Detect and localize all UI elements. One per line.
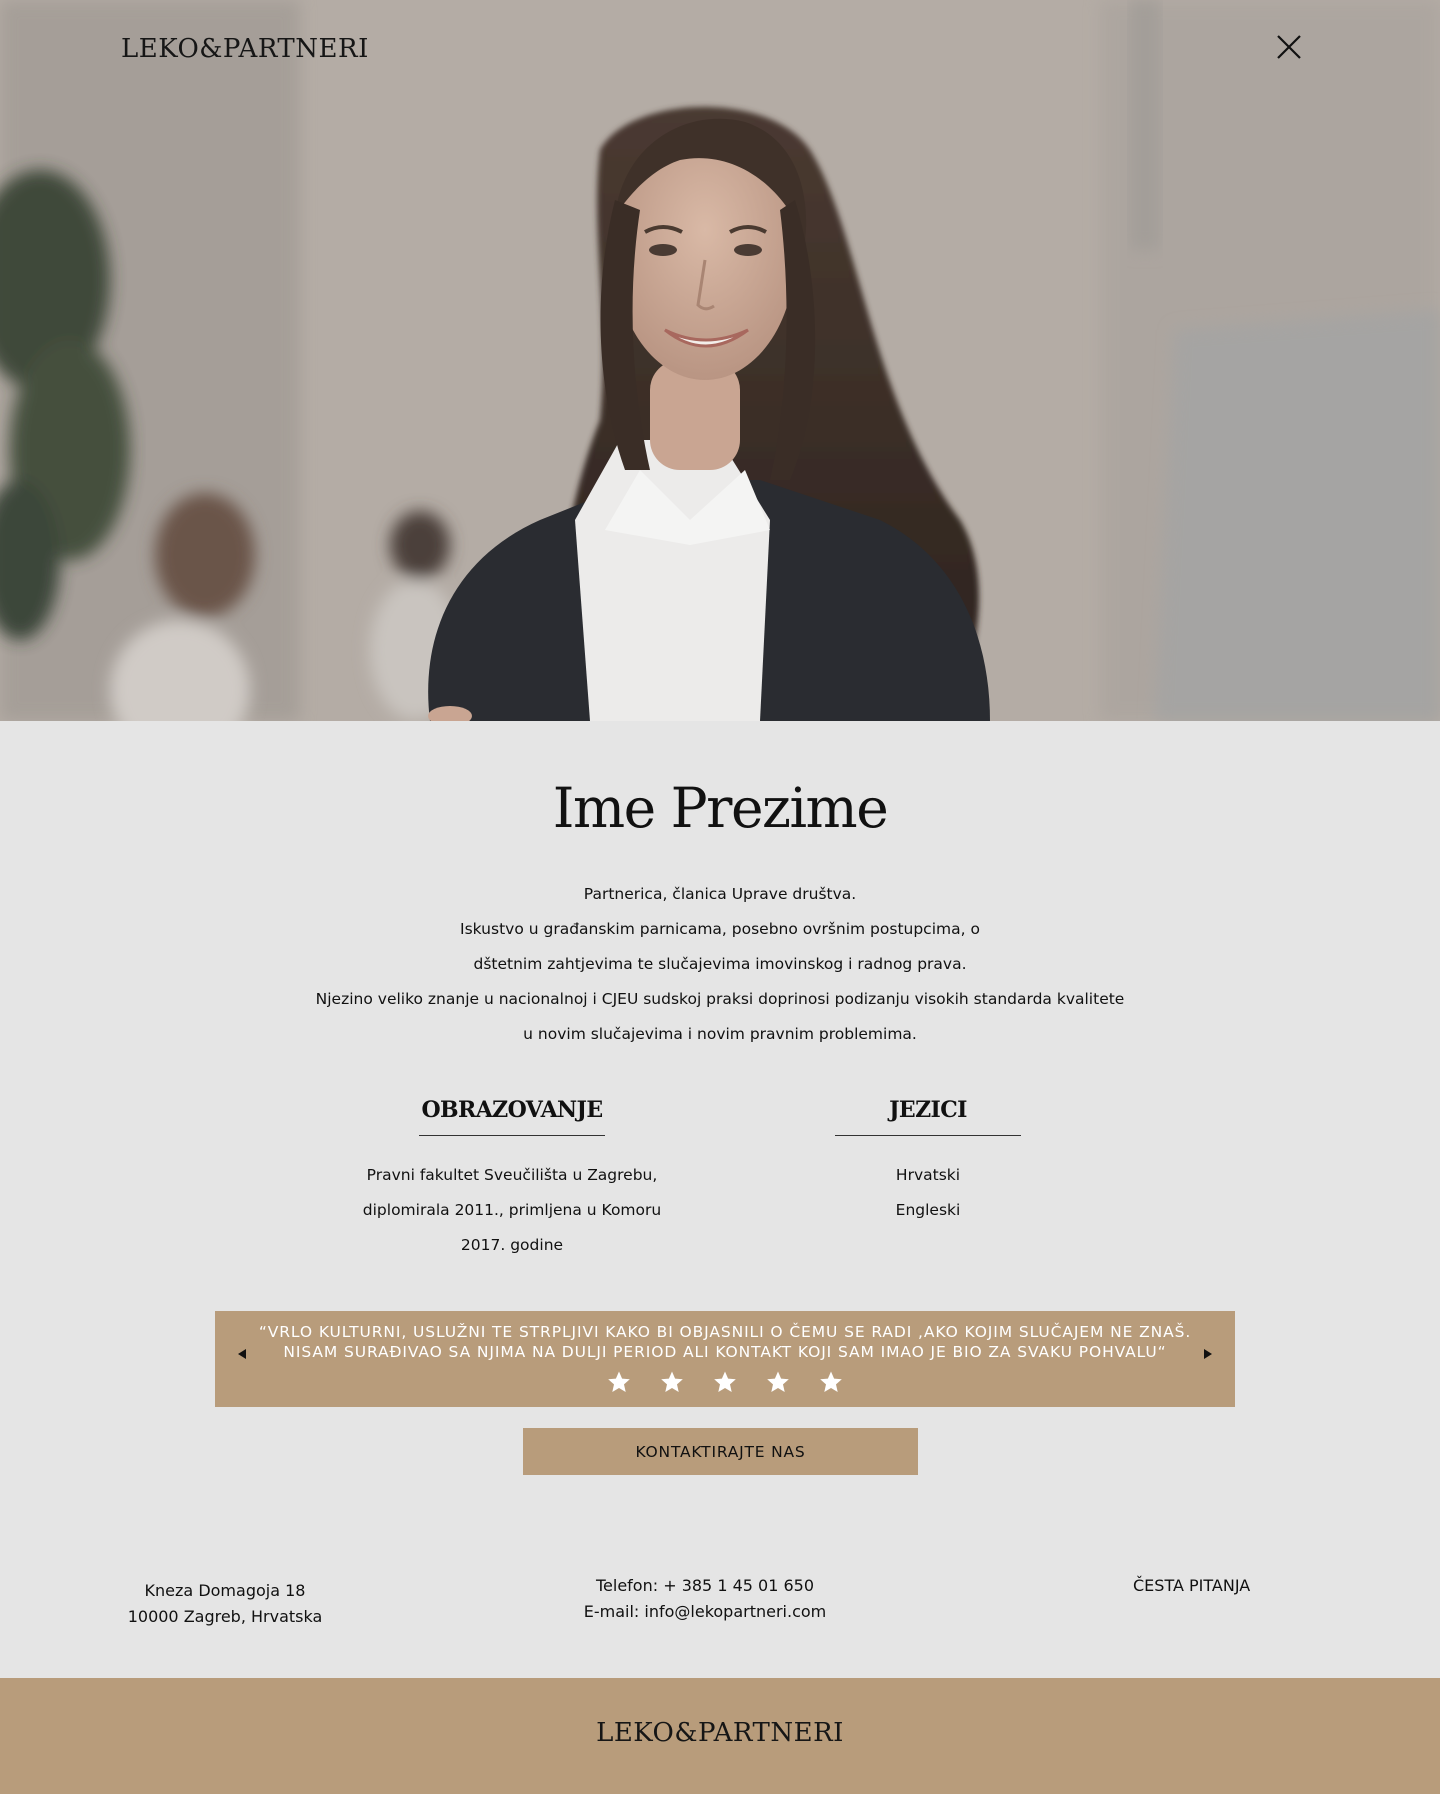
bio-line: u novim slučajevima i novim pravnim prob…	[523, 1025, 917, 1043]
profile-bio: Partnerica, članica Uprave društva. Isku…	[270, 877, 1170, 1052]
hero-photo	[0, 0, 1440, 721]
arrow-right-icon[interactable]	[1203, 1348, 1213, 1360]
star-icon	[608, 1371, 630, 1392]
bio-line: Iskustvo u građanskim parnicama, posebno…	[460, 920, 980, 938]
hero-section: LEKO&PARTNERI	[0, 0, 1440, 721]
education-text: Pravni fakultet Sveučilišta u Zagrebu, d…	[330, 1158, 694, 1263]
education-line: Pravni fakultet Sveučilišta u Zagrebu,	[366, 1166, 658, 1184]
quote-line: NISAM SURAĐIVAO SA NJIMA NA DULJI PERIOD…	[283, 1343, 1167, 1361]
testimonial-carousel: “VRLO KULTURNI, USLUŽNI TE STRPLJIVI KAK…	[215, 1311, 1235, 1407]
footer-logo[interactable]: LEKO&PARTNERI	[0, 1718, 1440, 1748]
quote-line: “VRLO KULTURNI, USLUŽNI TE STRPLJIVI KAK…	[258, 1323, 1192, 1341]
phone-link[interactable]: Telefon: + 385 1 45 01 650	[560, 1573, 850, 1599]
language-item: Hrvatski	[895, 1166, 961, 1184]
address-line: 10000 Zagreb, Hrvatska	[127, 1607, 323, 1626]
testimonial-quote: “VRLO KULTURNI, USLUŽNI TE STRPLJIVI KAK…	[255, 1322, 1195, 1362]
education-line: diplomirala 2011., primljena u Komoru	[362, 1201, 662, 1219]
bio-line: dštetnim zahtjevima te slučajevima imovi…	[473, 955, 967, 973]
address-line: Kneza Domagoja 18	[144, 1581, 306, 1600]
star-icon	[661, 1371, 683, 1392]
star-icon	[820, 1371, 842, 1392]
languages-list: Hrvatski Engleski	[828, 1158, 1028, 1228]
star-icon	[714, 1371, 736, 1392]
close-icon[interactable]	[1272, 30, 1306, 64]
footer-address: Kneza Domagoja 18 10000 Zagreb, Hrvatska	[110, 1578, 340, 1630]
languages-heading: JEZICI	[835, 1097, 1021, 1136]
bio-line: Partnerica, članica Uprave društva.	[583, 885, 857, 903]
rating-stars	[215, 1370, 1235, 1398]
email-link[interactable]: E-mail: info@lekopartneri.com	[560, 1599, 850, 1625]
language-item: Engleski	[895, 1201, 961, 1219]
contact-button[interactable]: KONTAKTIRAJTE NAS	[523, 1428, 918, 1475]
arrow-left-icon[interactable]	[237, 1348, 247, 1360]
bio-line: Njezino veliko znanje u nacionalnoj i CJ…	[315, 990, 1125, 1008]
close-button[interactable]	[1272, 30, 1306, 64]
brand-logo[interactable]: LEKO&PARTNERI	[121, 34, 369, 64]
education-heading: OBRAZOVANJE	[419, 1097, 605, 1136]
profile-name: Ime Prezime	[552, 776, 889, 840]
faq-link[interactable]: ČESTA PITANJA	[1133, 1573, 1250, 1599]
footer-contact: Telefon: + 385 1 45 01 650 E-mail: info@…	[560, 1573, 850, 1625]
star-icon	[767, 1371, 789, 1392]
education-line: 2017. godine	[460, 1236, 564, 1254]
